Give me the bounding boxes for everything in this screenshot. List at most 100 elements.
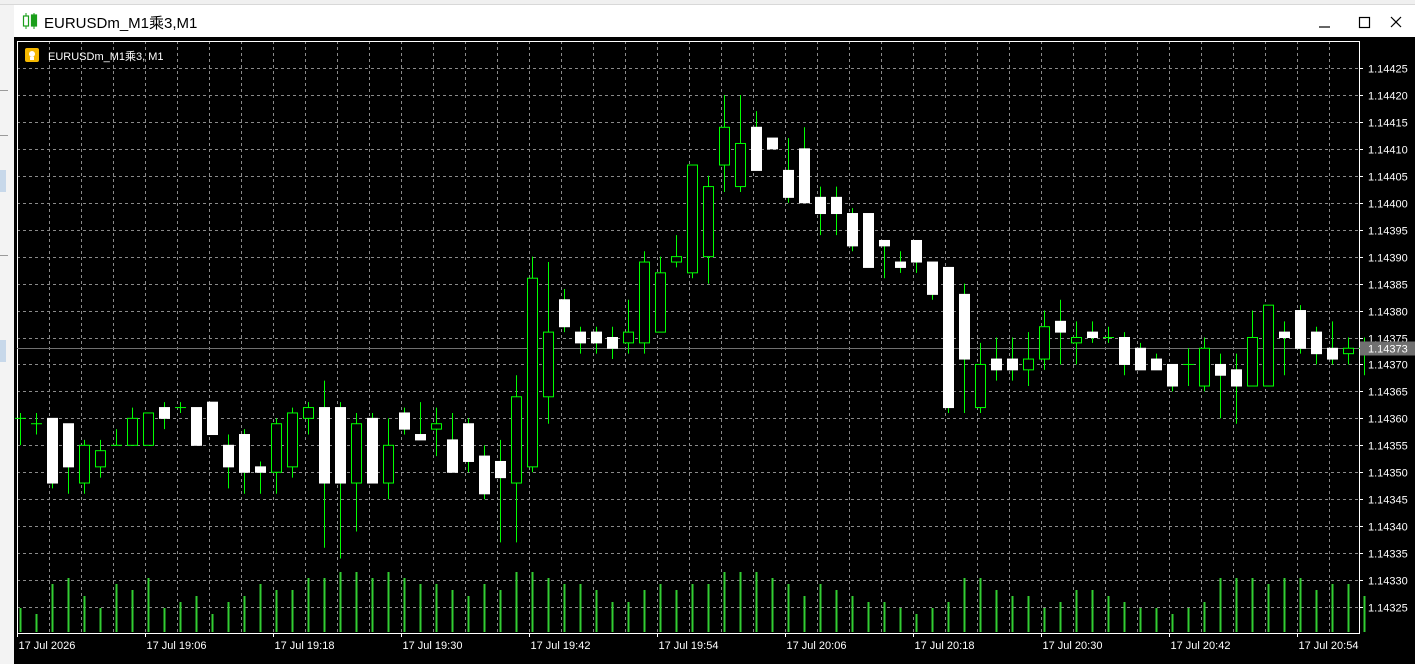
x-axis-tick-label: 17 Jul 19:30 [403,640,463,652]
chart-window[interactable]: 1.14425 1.14420 1.14415 1.14410 1.14405 1.144… [14,37,1415,664]
candle-body [319,407,330,484]
close-icon [1390,16,1402,28]
y-axis-tick-label: 1.14365 [1368,387,1408,399]
candle-body [287,412,298,468]
candle-body [143,412,154,446]
y-axis-tick-label: 1.14410 [1368,145,1408,157]
candle-body [703,186,714,258]
candle-body [959,293,970,360]
candle-body [1167,363,1178,387]
left-panel-tick [0,255,8,256]
left-panel-tick [0,90,8,91]
candle-body [943,266,954,409]
candle-body [927,261,938,295]
y-axis-tick-label: 1.14420 [1368,91,1408,103]
y-axis-tick-label: 1.14340 [1368,522,1408,534]
candle-body [655,272,666,333]
candle-body [991,358,1002,371]
candle-body [1231,369,1242,387]
candle-body [79,444,90,484]
y-axis-tick-label: 1.14370 [1368,360,1408,372]
x-axis-tick-label: 17 Jul 20:54 [1299,640,1359,652]
minimize-button[interactable] [1311,9,1339,35]
candle-body [527,277,538,468]
y-axis-tick-label: 1.14380 [1368,307,1408,319]
candle-body [847,213,858,247]
maximize-button[interactable] [1351,9,1379,35]
candle-body [911,239,922,263]
chart-symbol-label: EURUSDm_M1乘3, M1 [48,51,164,63]
candle-body [543,331,554,398]
candle-body [591,331,602,344]
candle-body [1023,358,1034,371]
candle-body [1119,337,1130,365]
candle-body [1263,304,1274,387]
candle-body [751,126,762,171]
left-panel-selected-item [0,340,6,362]
candle-body [463,423,474,462]
candle-body [671,256,682,263]
y-axis-tick-label: 1.14335 [1368,549,1408,561]
candle-body [271,423,282,473]
candle-body [191,407,202,446]
candle-body [863,213,874,268]
candle-body [399,412,410,430]
candle-body [1055,320,1066,333]
candle-body [159,407,170,419]
candle-body [879,239,890,247]
candle-body [895,261,906,268]
candle-body [495,460,506,479]
y-axis-tick-label: 1.14330 [1368,576,1408,588]
candle-body [719,126,730,166]
candle-body [63,423,74,468]
candle-body [975,363,986,409]
left-panel-tick [0,135,8,136]
candle-body [1039,326,1050,360]
candle-body [383,444,394,484]
candle-body [479,455,490,495]
candle-body [1279,331,1290,338]
candle-body [127,417,138,446]
candle-body [639,261,650,344]
x-axis-tick-label: 17 Jul 20:30 [1043,640,1103,652]
x-axis-tick-label: 17 Jul 19:54 [659,640,719,652]
candle-body [1295,310,1306,349]
window-titlebar[interactable]: EURUSDm_M1乘3,M1 [14,5,1415,37]
y-axis-tick-label: 1.14325 [1368,603,1408,615]
x-axis-tick-label: 17 Jul 19:18 [275,640,335,652]
x-axis-tick-label: 17 Jul 2026 [19,640,76,652]
y-axis-tick-label: 1.14425 [1368,64,1408,76]
candle-body [351,423,362,484]
candle-body [511,396,522,484]
candle-body [95,450,106,468]
candle-body [367,417,378,484]
y-axis-tick-label: 1.14345 [1368,495,1408,507]
candle-body [799,148,810,204]
candle-body [1007,358,1018,371]
candle-body [1151,358,1162,371]
expert-advisor-icon [25,48,39,62]
candle-body [1343,347,1354,355]
candle-body [783,169,794,198]
candle-body [1199,347,1210,387]
close-button[interactable] [1382,9,1410,35]
candle-body [559,299,570,328]
candle-body [207,401,218,436]
y-axis-tick-label: 1.14395 [1368,226,1408,238]
candle-body [415,434,426,441]
price-chart[interactable]: 1.14425 1.14420 1.14415 1.14410 1.14405 1.144… [14,37,1415,664]
candle-body [447,439,458,473]
candle-body [815,196,826,215]
candle-body [431,423,442,430]
y-axis-tick-label: 1.14400 [1368,199,1408,211]
candle-body [1071,337,1082,344]
candle-body [735,142,746,188]
x-axis-tick-label: 17 Jul 19:42 [531,640,591,652]
candle-body [239,434,250,473]
candle-body [1087,331,1098,338]
left-panel-selected-item [0,170,6,192]
y-axis-tick-label: 1.14390 [1368,253,1408,265]
candle-body [1135,347,1146,371]
candle-body [255,466,266,473]
candle-body [1327,347,1338,360]
